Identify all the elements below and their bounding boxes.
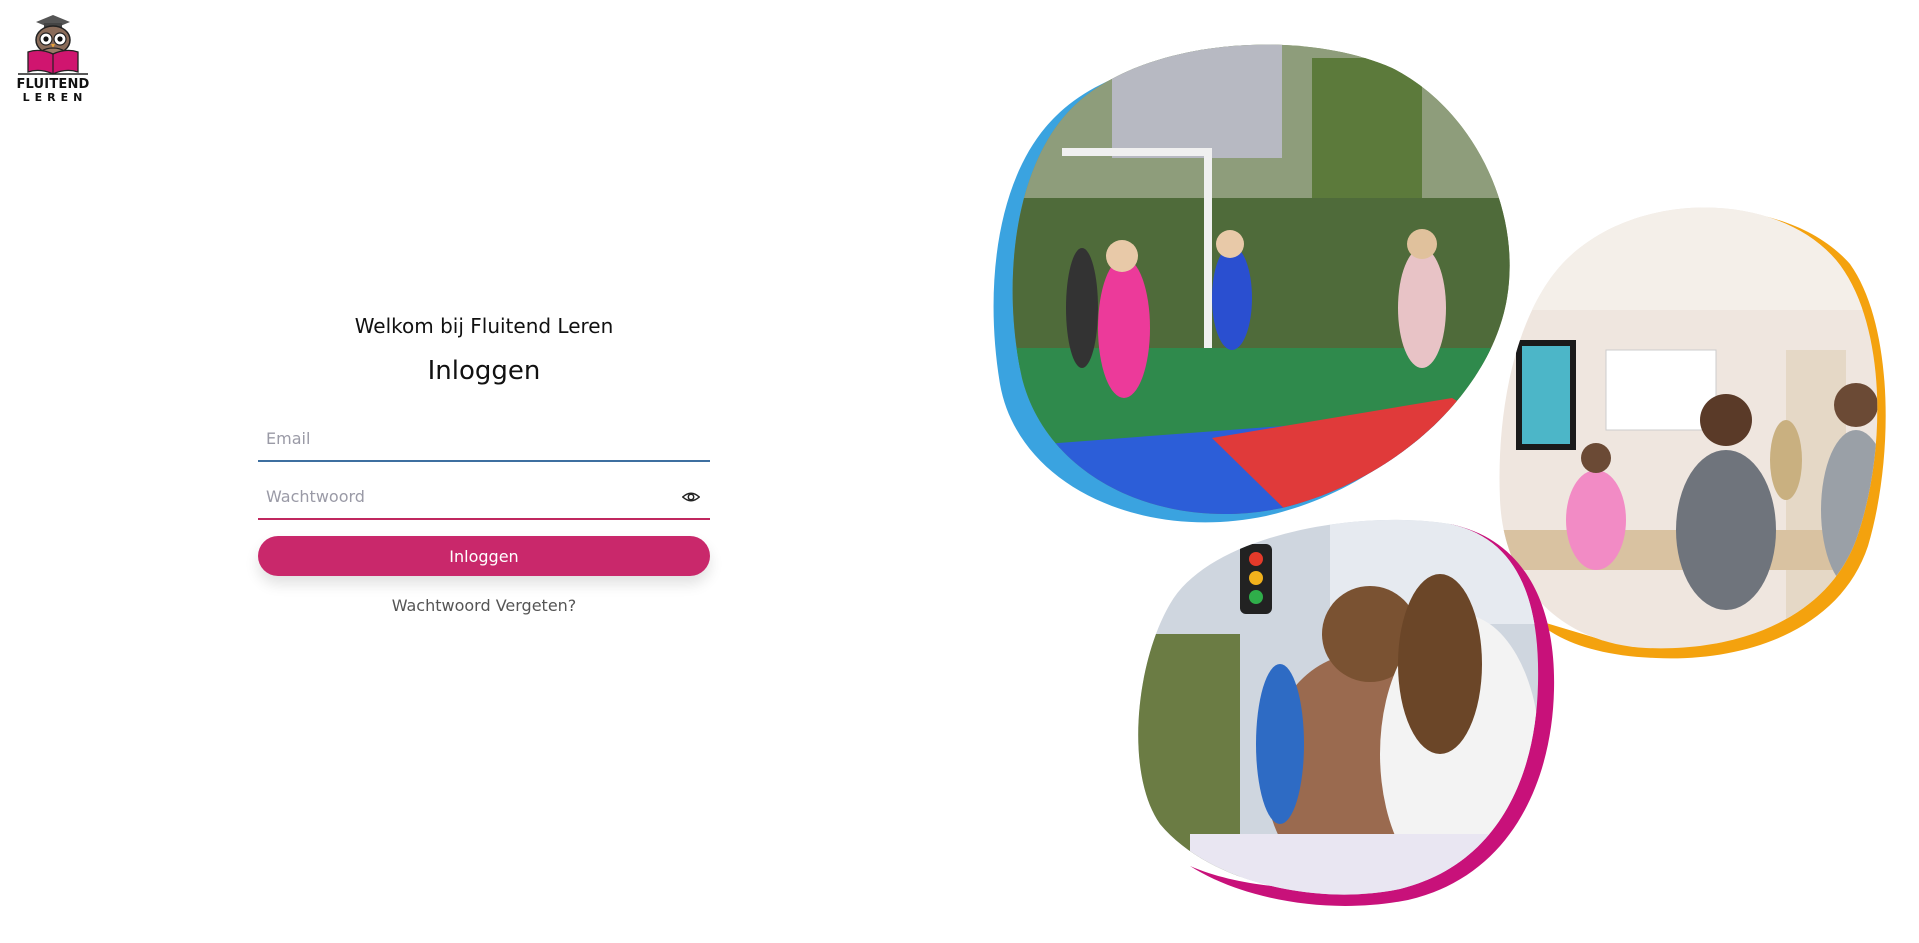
login-button[interactable]: Inloggen (258, 536, 710, 576)
password-field[interactable] (258, 474, 710, 518)
login-form: Welkom bij Fluitend Leren Inloggen Inlog… (258, 314, 710, 615)
email-field-container (258, 416, 710, 462)
page-title: Inloggen (427, 356, 541, 386)
photo-students-writing (1130, 514, 1558, 906)
password-field-container (258, 474, 710, 520)
welcome-heading: Welkom bij Fluitend Leren (354, 314, 614, 338)
login-page: FLUITEND LEREN Welkom bij Fluitend Leren… (0, 0, 1919, 943)
brand-logo[interactable]: FLUITEND LEREN (14, 14, 92, 104)
owl-reading-book-icon (18, 15, 88, 75)
eye-icon[interactable] (682, 488, 700, 506)
logo-text-line2: LEREN (22, 91, 88, 104)
logo-text-line1: FLUITEND (16, 77, 90, 92)
forgot-password-link[interactable]: Wachtwoord Vergeten? (258, 596, 710, 615)
photo-schoolyard-game (992, 38, 1520, 526)
email-field[interactable] (258, 416, 710, 460)
